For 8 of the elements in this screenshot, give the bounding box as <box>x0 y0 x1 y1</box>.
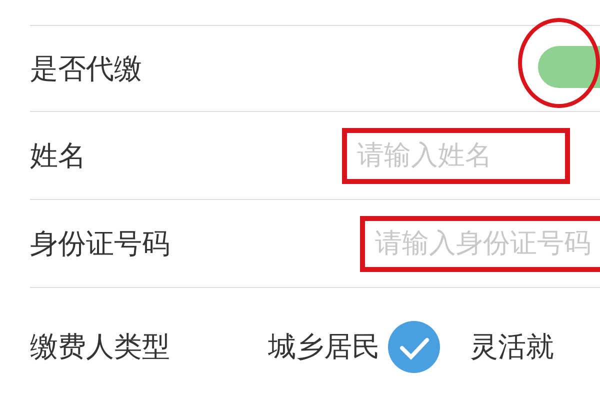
toggle-switch[interactable] <box>538 46 600 88</box>
field-label: 是否代缴 <box>30 50 143 86</box>
option-label[interactable]: 灵活就 <box>470 328 554 366</box>
field-label: 缴费人类型 <box>30 329 171 365</box>
field-label: 姓名 <box>30 138 87 174</box>
option-label[interactable]: 城乡居民 <box>268 328 380 366</box>
check-icon[interactable] <box>388 321 440 373</box>
field-label: 身份证号码 <box>30 226 171 262</box>
